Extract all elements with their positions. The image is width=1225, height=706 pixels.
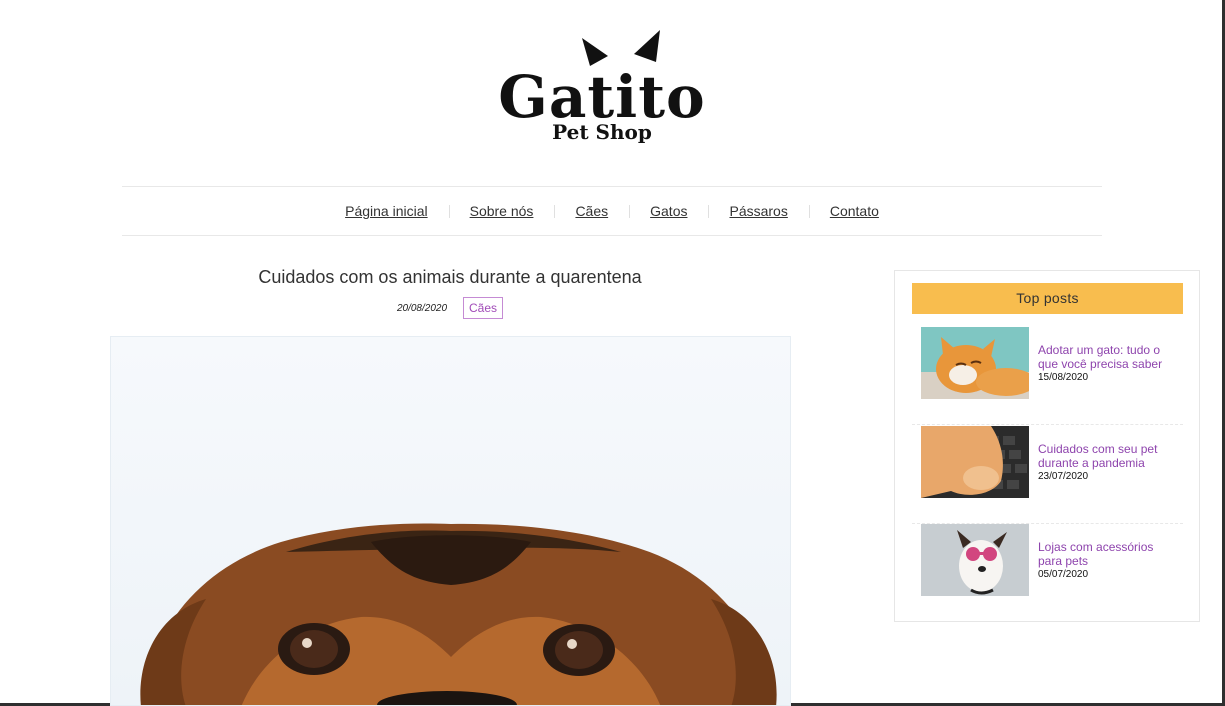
top-post-title[interactable]: Adotar um gato: tudo o que você precisa … (1038, 343, 1178, 371)
top-post-date: 23/07/2020 (1038, 471, 1089, 482)
site-logo[interactable]: Gatito Pet Shop (484, 28, 720, 150)
nav-cats[interactable]: Gatos (629, 203, 708, 219)
dog-photo-icon (140, 523, 777, 705)
nav-home[interactable]: Página inicial (324, 203, 449, 219)
dog-sunglasses-thumbnail[interactable] (921, 524, 1029, 596)
cat-thumbnail[interactable] (921, 327, 1029, 399)
nav-about[interactable]: Sobre nós (448, 203, 555, 219)
top-post-item[interactable]: Cuidados com seu pet durante a pandemia … (912, 426, 1183, 524)
top-post-title[interactable]: Cuidados com seu pet durante a pandemia (1038, 442, 1178, 470)
top-post-title[interactable]: Lojas com acessórios para pets (1038, 540, 1178, 568)
main-nav: Página inicial Sobre nós Cães Gatos Páss… (122, 186, 1102, 236)
nav-contact[interactable]: Contato (808, 203, 900, 219)
post-category-tag[interactable]: Cães (463, 297, 504, 319)
top-post-item[interactable]: Lojas com acessórios para pets 05/07/202… (912, 524, 1183, 622)
nav-birds[interactable]: Pássaros (708, 203, 808, 219)
post-title: Cuidados com os animais durante a quaren… (258, 267, 642, 287)
logo-subtitle: Pet Shop (552, 120, 652, 144)
top-post-date: 15/08/2020 (1038, 372, 1089, 383)
cat-paw-keyboard-thumbnail[interactable] (921, 426, 1029, 498)
post-image-dog (110, 336, 791, 706)
cat-ears-icon (582, 30, 660, 66)
top-posts-sidebar: Top posts Adotar um gato: tudo o que voc… (894, 270, 1200, 622)
top-post-item[interactable]: Adotar um gato: tudo o que você precisa … (912, 327, 1183, 425)
post-date: 20/08/2020 (396, 302, 448, 314)
post-meta: 20/08/2020 Cães (110, 296, 790, 320)
nav-dogs[interactable]: Cães (554, 203, 629, 219)
top-posts-header: Top posts (912, 283, 1183, 314)
logo-title: Gatito (498, 63, 706, 131)
top-post-date: 05/07/2020 (1038, 569, 1089, 580)
